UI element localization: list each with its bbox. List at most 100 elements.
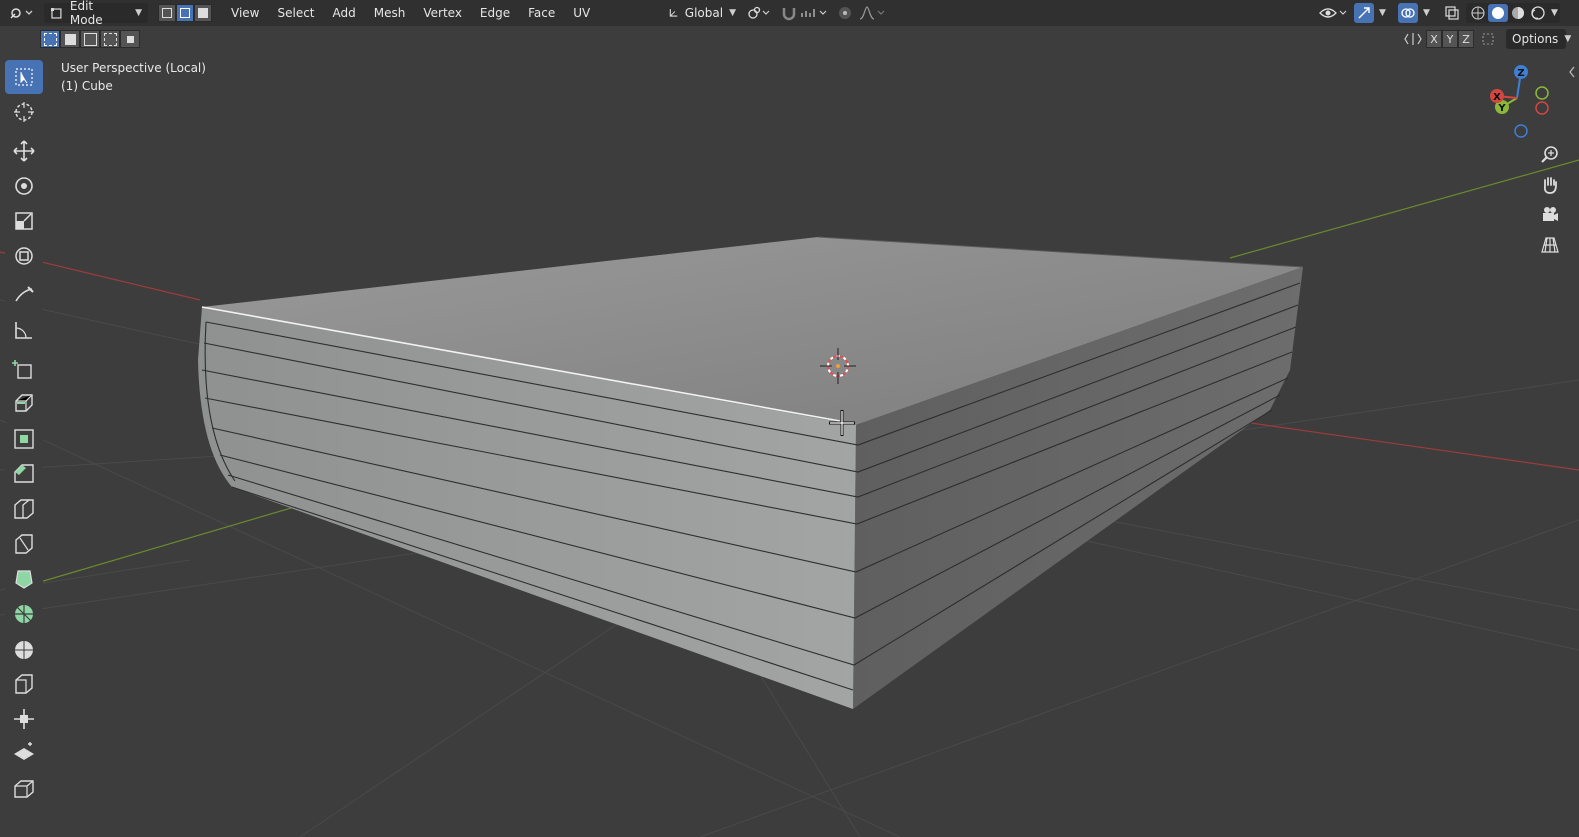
tool-edge-slide[interactable] [5, 667, 43, 701]
tool-shear[interactable] [5, 737, 43, 771]
tool-inset-faces[interactable] [5, 422, 43, 456]
camera-icon [1543, 207, 1558, 221]
material-shading-icon[interactable] [1508, 5, 1528, 21]
camera-view-button[interactable] [1537, 202, 1563, 228]
magnet-icon [782, 8, 796, 21]
solid-shading-icon [1492, 7, 1504, 19]
tool-smooth[interactable] [5, 632, 43, 666]
viewport-info: User Perspective (Local) (1) Cube [61, 59, 206, 95]
scale-icon [15, 212, 33, 230]
face-select-button[interactable] [194, 4, 212, 22]
editor-type-icon [10, 8, 33, 19]
gizmo-z-label: Z [1517, 68, 1524, 79]
edge-select-button[interactable] [176, 4, 194, 22]
pan-button[interactable] [1537, 172, 1563, 198]
proportional-falloff-dropdown[interactable] [858, 3, 888, 23]
tool-spin[interactable] [5, 597, 43, 631]
snap-toggle[interactable] [780, 3, 798, 23]
snap-increment-icon [801, 9, 827, 17]
solid-shading-button[interactable] [1488, 4, 1508, 22]
hand-icon [1543, 177, 1557, 194]
loop-cut-icon [14, 499, 34, 519]
menu-view[interactable]: View [222, 2, 268, 24]
menu-add[interactable]: Add [324, 2, 365, 24]
gizmo-neg-z[interactable] [1514, 124, 1528, 138]
mode-dropdown[interactable]: Edit Mode ▼ [44, 0, 148, 27]
annotate-icon [15, 286, 34, 302]
tool-extrude-region[interactable] [5, 387, 43, 421]
gizmo-neg-y[interactable] [1535, 86, 1549, 100]
transform-orientation-dropdown[interactable]: Global ▼ [662, 3, 742, 23]
chevron-down-icon: ▼ [135, 8, 142, 18]
orientation-label: Global [684, 6, 724, 20]
rotate-icon [15, 177, 33, 195]
chevron-down-icon[interactable]: ▼ [1423, 8, 1430, 18]
visibility-dropdown[interactable] [1318, 3, 1350, 23]
chevron-down-icon[interactable]: ▼ [1551, 8, 1558, 18]
vertex-select-button[interactable] [158, 4, 176, 22]
snap-target-dropdown[interactable] [800, 3, 830, 23]
tool-select-box[interactable] [5, 60, 43, 94]
zoom-icon [1541, 146, 1558, 163]
smooth-icon [15, 641, 33, 659]
knife-icon [15, 534, 33, 554]
tool-add-cube[interactable] [5, 352, 43, 386]
rip-region-icon [14, 780, 34, 798]
tool-shelf [5, 60, 43, 807]
select-mode-group [158, 4, 212, 22]
tool-knife[interactable] [5, 527, 43, 561]
perspective-toggle-button[interactable] [1537, 232, 1563, 258]
edge-select-icon [180, 8, 190, 18]
shrink-fatten-icon [14, 709, 34, 729]
gizmo-neg-x[interactable] [1535, 101, 1549, 115]
xray-toggle[interactable] [1444, 3, 1460, 23]
proportional-edit-icon [839, 7, 851, 19]
editor-type-button[interactable] [8, 3, 34, 23]
rendered-shading-icon[interactable] [1528, 5, 1548, 21]
viewport-header: Edit Mode ▼ View Select Add Mesh Vertex … [0, 0, 1579, 27]
object-name: (1) Cube [61, 79, 113, 93]
tool-rip-region[interactable] [5, 772, 43, 806]
viewport-canvas[interactable] [0, 26, 1579, 837]
tool-loop-cut[interactable] [5, 492, 43, 526]
menu-edge[interactable]: Edge [471, 2, 519, 24]
grid-perspective-icon [1541, 237, 1559, 253]
tool-shrink-fatten[interactable] [5, 702, 43, 736]
poly-build-icon [15, 570, 33, 589]
tool-rotate[interactable] [5, 169, 43, 203]
tool-scale[interactable] [5, 204, 43, 238]
tool-cursor[interactable] [5, 95, 43, 129]
menu-face[interactable]: Face [519, 2, 564, 24]
eye-icon [1319, 8, 1347, 18]
gizmo-icon [1354, 3, 1374, 23]
menu-mesh[interactable]: Mesh [365, 2, 415, 24]
wireframe-shading-icon[interactable] [1468, 5, 1488, 21]
add-cube-icon [12, 360, 32, 379]
overlays-toggle[interactable]: ▼ [1398, 3, 1430, 23]
tool-poly-build[interactable] [5, 562, 43, 596]
edit-mode-icon [50, 8, 62, 19]
book-mesh[interactable] [198, 236, 1304, 709]
menu-uv[interactable]: UV [564, 2, 599, 24]
gizmo-toggle[interactable]: ▼ [1354, 3, 1386, 23]
pivot-point-dropdown[interactable] [746, 3, 772, 23]
extrude-icon [15, 394, 33, 412]
tool-bevel[interactable] [5, 457, 43, 491]
navigation-gizmo[interactable]: Z Y X [1480, 58, 1560, 148]
shear-icon [14, 742, 34, 760]
sidebar-toggle-arrow[interactable] [1569, 66, 1575, 78]
view-name: User Perspective (Local) [61, 61, 206, 75]
tool-annotate[interactable] [5, 278, 43, 312]
menu-vertex[interactable]: Vertex [414, 2, 471, 24]
chevron-down-icon[interactable]: ▼ [1379, 8, 1386, 18]
shading-group: ▼ [1466, 3, 1560, 23]
proportional-edit-toggle[interactable] [836, 3, 854, 23]
move-icon [13, 140, 35, 162]
spin-icon [15, 605, 33, 623]
zoom-button[interactable] [1537, 142, 1563, 168]
tool-measure[interactable] [5, 313, 43, 347]
inset-icon [14, 429, 34, 449]
menu-select[interactable]: Select [268, 2, 323, 24]
tool-move[interactable] [5, 134, 43, 168]
tool-transform[interactable] [5, 239, 43, 273]
